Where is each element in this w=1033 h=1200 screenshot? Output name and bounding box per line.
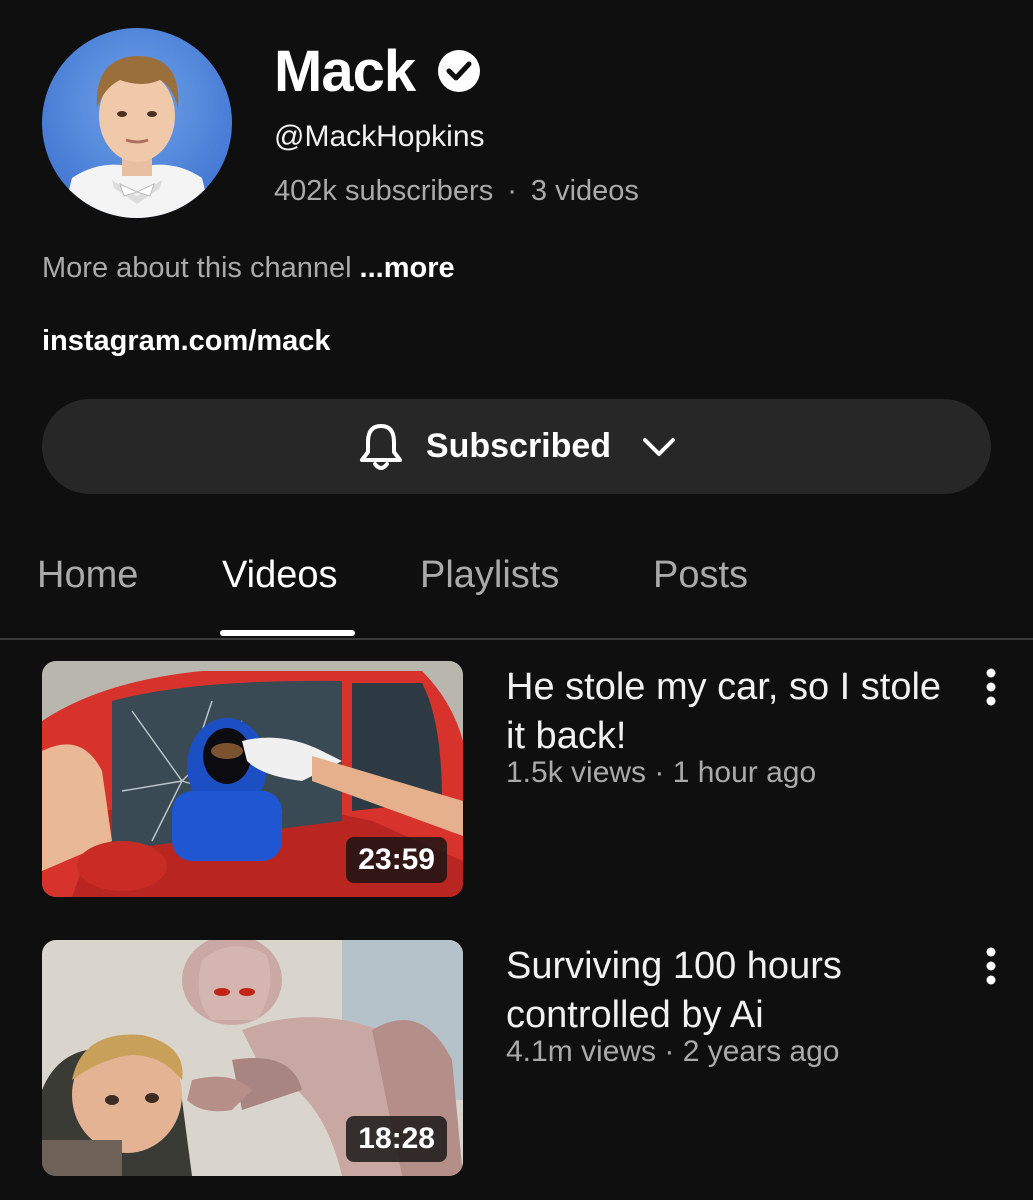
subscribed-label: Subscribed	[425, 427, 612, 465]
channel-stats: 402k subscribers · 3 videos	[274, 175, 639, 208]
channel-tabs: Home Videos Playlists Posts	[0, 540, 1033, 640]
video-title[interactable]: Surviving 100 hours controlled by Ai	[506, 942, 946, 1040]
more-vert-icon[interactable]	[975, 665, 1007, 709]
chevron-down-icon	[639, 427, 679, 467]
video-item[interactable]: 18:28 Surviving 100 hours controlled by …	[0, 940, 1033, 1180]
verified-check-icon	[437, 49, 481, 93]
tab-posts[interactable]: Posts	[653, 554, 748, 597]
more-link[interactable]: ...more	[360, 252, 455, 284]
video-meta: 1.5k views · 1 hour ago	[506, 756, 817, 789]
video-meta: 4.1m views · 2 years ago	[506, 1035, 840, 1068]
video-duration: 18:28	[346, 1116, 447, 1162]
tab-home[interactable]: Home	[37, 554, 138, 597]
channel-link[interactable]: instagram.com/mack	[42, 325, 331, 358]
video-thumbnail[interactable]: 23:59	[42, 661, 463, 897]
video-title[interactable]: He stole my car, so I stole it back!	[506, 663, 946, 761]
video-count: 3 videos	[530, 175, 639, 207]
video-item[interactable]: 23:59 He stole my car, so I stole it bac…	[0, 661, 1033, 901]
tab-videos[interactable]: Videos	[222, 554, 338, 597]
bell-icon	[354, 420, 408, 474]
tab-playlists[interactable]: Playlists	[420, 554, 559, 597]
about-text: More about this channel	[42, 252, 352, 284]
channel-name: Mack	[274, 38, 416, 104]
separator-dot: ·	[507, 175, 517, 207]
avatar-image	[42, 28, 232, 218]
subscriber-count: 402k subscribers	[274, 175, 494, 207]
video-duration: 23:59	[346, 837, 447, 883]
channel-description[interactable]: More about this channel ...more	[42, 252, 455, 285]
channel-handle: @MackHopkins	[274, 120, 485, 153]
channel-name-row: Mack	[274, 36, 481, 106]
video-thumbnail[interactable]: 18:28	[42, 940, 463, 1176]
subscribed-button[interactable]: Subscribed	[42, 399, 991, 494]
active-tab-indicator	[220, 630, 355, 636]
more-vert-icon[interactable]	[975, 944, 1007, 988]
channel-avatar[interactable]	[42, 28, 232, 218]
